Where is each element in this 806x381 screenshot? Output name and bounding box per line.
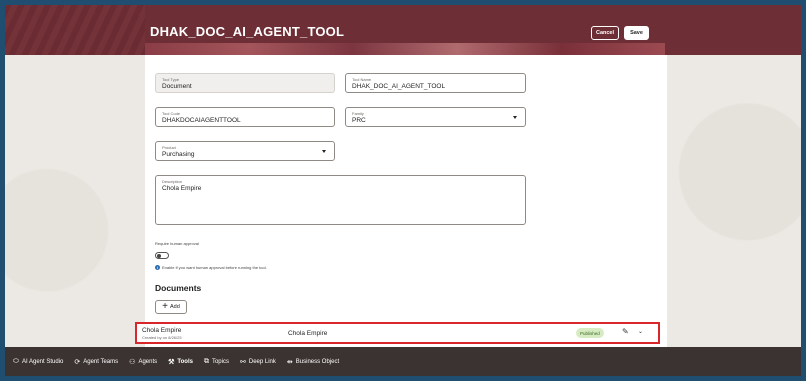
document-created: Created by on 8/26/25: [142, 335, 182, 340]
agent-teams-icon: ⟳: [74, 358, 81, 366]
document-name: Chola Empire: [142, 327, 182, 334]
nav-label: Agent Teams: [83, 358, 119, 365]
tool-name-value: DHAK_DOC_AI_AGENT_TOOL: [352, 83, 446, 90]
tool-name-label: Tool Name: [352, 77, 372, 82]
tool-name-input[interactable]: Tool Name DHAK_DOC_AI_AGENT_TOOL: [345, 73, 526, 93]
info-icon: i: [155, 265, 160, 270]
tool-type-value: Document: [162, 83, 192, 90]
nav-business-object[interactable]: ⇹ Business Object: [287, 358, 339, 366]
tool-code-label: Tool Code: [162, 111, 181, 116]
nav-ai-agent-studio[interactable]: ⬭ AI Agent Studio: [13, 358, 63, 366]
link-icon: ⚯: [239, 358, 246, 366]
tool-type-label: Tool Type: [162, 77, 180, 82]
agents-icon: ⚇: [129, 358, 136, 366]
plus-icon: +: [162, 301, 169, 312]
tool-form-panel: Tool Type Document Tool Name DHAK_DOC_AI…: [145, 55, 667, 347]
business-object-icon: ⇹: [286, 358, 293, 366]
nav-agents[interactable]: ⚇ Agents: [129, 358, 157, 366]
nav-label: Tools: [177, 358, 193, 365]
nav-label: Deep Link: [248, 358, 276, 365]
nav-topics[interactable]: ⧉ Topics: [204, 358, 229, 366]
description-value: Chola Empire: [162, 185, 202, 192]
chevron-down-icon[interactable]: ⌄: [638, 328, 643, 335]
family-select[interactable]: Family PRC: [345, 107, 526, 127]
page-header: DHAK_DOC_AI_AGENT_TOOL Cancel Save: [5, 5, 801, 57]
cancel-button[interactable]: Cancel: [591, 26, 619, 40]
toggle-knob: [157, 254, 161, 258]
document-row[interactable]: Chola Empire Created by on 8/26/25 Chola…: [135, 322, 660, 344]
documents-heading: Documents: [155, 283, 202, 293]
tool-code-value: DHAKDOCAIAGENTTOOL: [162, 117, 241, 124]
nav-tools[interactable]: ⚒ Tools: [168, 358, 193, 366]
nav-label: Business Object: [295, 358, 340, 365]
approval-label: Require human approval: [155, 241, 199, 246]
product-value: Purchasing: [162, 151, 195, 158]
nav-label: Topics: [211, 358, 229, 365]
approval-help: i Enable if you want human approval befo…: [155, 265, 267, 270]
family-value: PRC: [352, 117, 366, 124]
nav-deep-link[interactable]: ⚯ Deep Link: [240, 358, 276, 366]
product-select[interactable]: Product Purchasing: [155, 141, 335, 161]
background-texture-left: [5, 55, 145, 347]
add-document-button[interactable]: + Add: [155, 300, 187, 314]
tools-icon: ⚒: [168, 358, 175, 366]
nav-agent-teams[interactable]: ⟳ Agent Teams: [74, 358, 118, 366]
document-description: Chola Empire: [288, 330, 328, 337]
nav-label: Agents: [138, 358, 158, 365]
oracle-logo-icon: ⬭: [13, 357, 19, 365]
header-pattern: [5, 5, 145, 55]
chevron-down-icon: [513, 116, 517, 119]
approval-help-text: Enable if you want human approval before…: [162, 265, 267, 270]
page-title: DHAK_DOC_AI_AGENT_TOOL: [150, 24, 345, 39]
background-texture-right: [667, 55, 801, 347]
family-label: Family: [352, 111, 364, 116]
description-textarea[interactable]: Description Chola Empire: [155, 175, 526, 225]
status-badge: Published: [576, 328, 604, 338]
nav-label: AI Agent Studio: [21, 358, 64, 365]
human-approval-toggle[interactable]: [155, 252, 169, 259]
description-label: Description: [162, 179, 183, 184]
tool-type-field: Tool Type Document: [155, 73, 335, 93]
chevron-down-icon: [322, 150, 326, 153]
add-button-label: Add: [170, 304, 180, 310]
tool-code-input[interactable]: Tool Code DHAKDOCAIAGENTTOOL: [155, 107, 335, 127]
app-window: DHAK_DOC_AI_AGENT_TOOL Cancel Save Tool …: [5, 5, 801, 376]
save-button[interactable]: Save: [624, 26, 649, 40]
edit-icon[interactable]: ✎: [622, 327, 629, 336]
topics-icon: ⧉: [203, 357, 209, 365]
product-label: Product: [162, 145, 176, 150]
bottom-navigation: ⬭ AI Agent Studio ⟳ Agent Teams ⚇ Agents…: [5, 347, 801, 376]
